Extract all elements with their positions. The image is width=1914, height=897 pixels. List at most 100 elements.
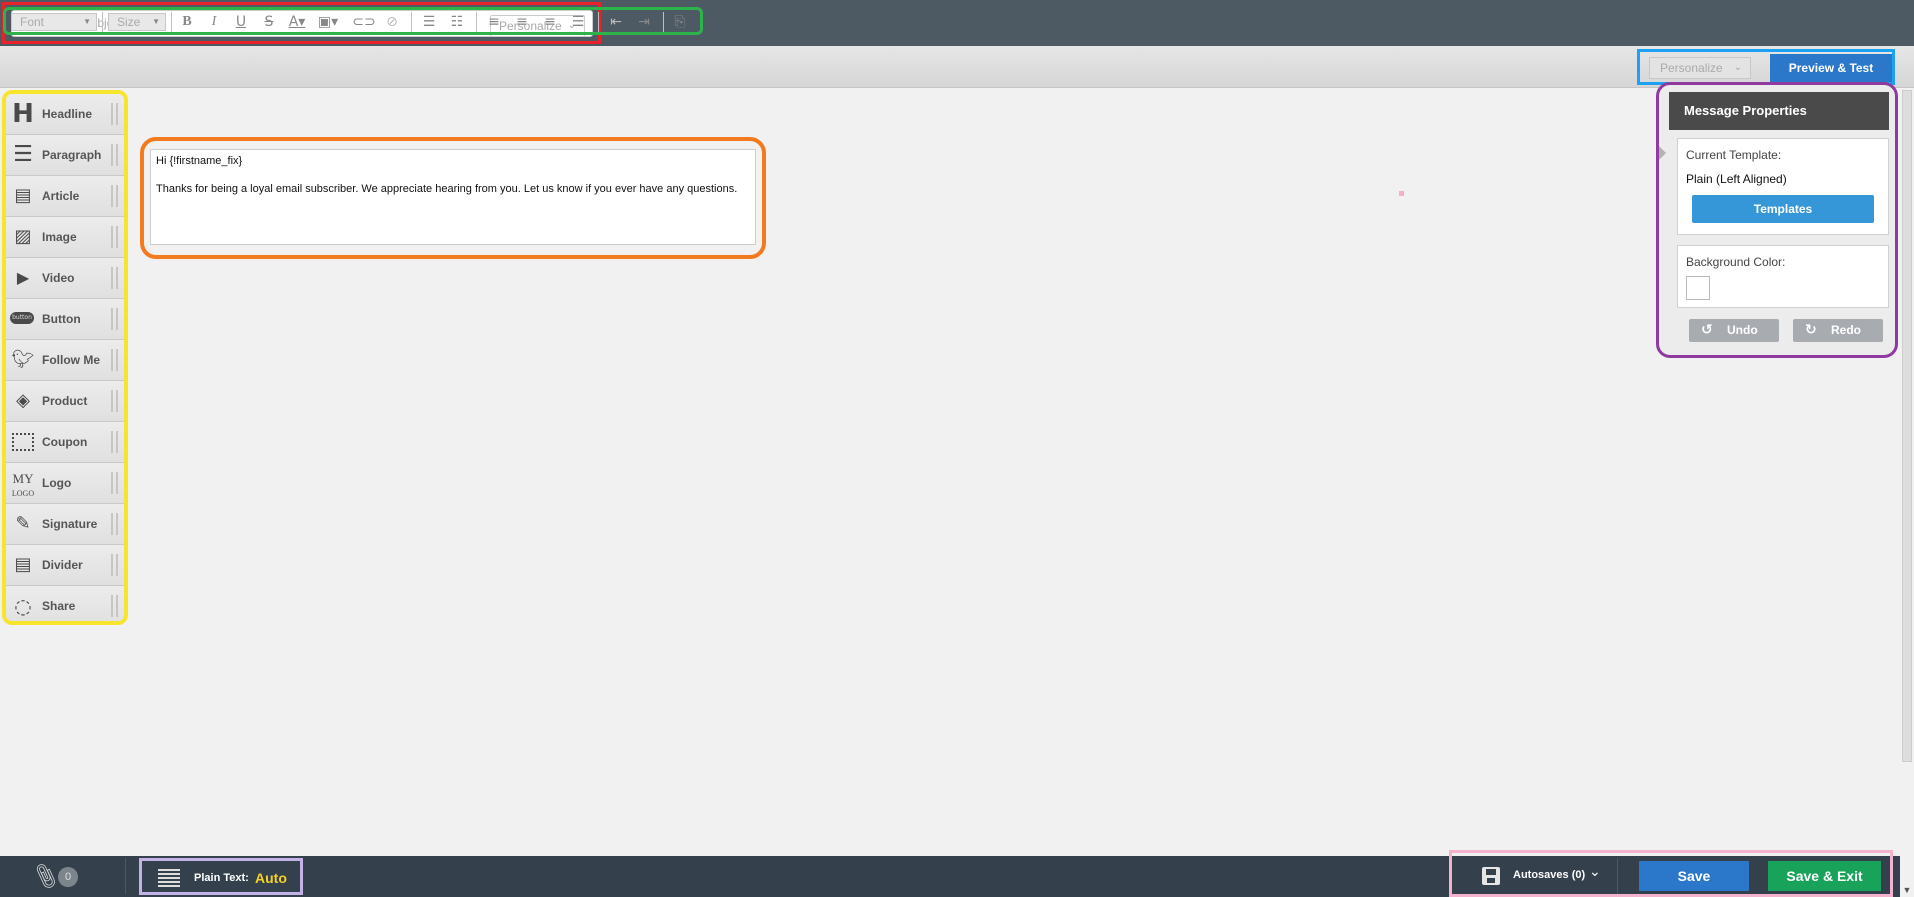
drag-handle[interactable] — [111, 308, 118, 330]
scrollbar-thumb[interactable] — [1902, 90, 1912, 762]
strikethrough-icon[interactable]: S — [257, 12, 281, 32]
headline-icon: H — [12, 99, 34, 129]
drag-handle[interactable] — [111, 472, 118, 494]
save-disk-icon — [1482, 867, 1500, 885]
italic-icon[interactable]: I — [202, 12, 226, 32]
drag-handle[interactable] — [111, 226, 118, 248]
toolbar-divider — [476, 12, 477, 32]
outdent-icon[interactable]: ⇤ — [604, 12, 628, 32]
plain-text-value: Auto — [255, 870, 287, 886]
background-color-card: Background Color: — [1677, 245, 1889, 308]
drag-handle[interactable] — [111, 431, 118, 453]
block-divider[interactable]: ▤ Divider — [6, 545, 124, 586]
image-icon: ▨ — [14, 226, 32, 247]
undo-label: Undo — [1727, 323, 1758, 337]
block-signature[interactable]: ✎ Signature — [6, 504, 124, 545]
toolbar-divider — [102, 12, 103, 32]
redo-button[interactable]: ↻ Redo — [1793, 319, 1883, 342]
block-article[interactable]: ▤ Article — [6, 176, 124, 217]
paragraph-block[interactable]: Hi {!firstname_fix} Thanks for being a l… — [150, 149, 756, 245]
size-select[interactable]: Size ▼ — [108, 13, 166, 31]
marker-dot — [1399, 191, 1404, 196]
background-color-swatch[interactable] — [1686, 276, 1710, 300]
content-blocks-sidebar: H Headline ☰ Paragraph ▤ Article ▨ Image… — [2, 90, 128, 625]
block-coupon[interactable]: Coupon — [6, 422, 124, 463]
bottom-divider — [125, 858, 126, 894]
background-color-icon[interactable]: ▣▾ — [316, 12, 340, 32]
email-content-section: Hi {!firstname_fix} Thanks for being a l… — [140, 137, 766, 259]
block-paragraph[interactable]: ☰ Paragraph — [6, 135, 124, 176]
drag-handle[interactable] — [111, 595, 118, 617]
block-label: Video — [42, 271, 75, 285]
link-icon[interactable]: ⊂⊃ — [352, 12, 376, 32]
ordered-list-icon[interactable]: ☰ — [417, 12, 441, 32]
toolbar-personalize-dropdown[interactable]: Personalize ⌄ — [1649, 57, 1751, 79]
align-center-icon[interactable]: ≡ — [510, 12, 534, 32]
drag-handle[interactable] — [111, 144, 118, 166]
templates-button[interactable]: Templates — [1692, 195, 1874, 223]
block-video[interactable]: ▶ Video — [6, 258, 124, 299]
chevron-down-icon[interactable]: ⌄ — [1589, 864, 1601, 880]
font-color-icon[interactable]: A▾ — [285, 12, 309, 32]
save-exit-button[interactable]: Save & Exit — [1768, 861, 1881, 891]
drag-handle[interactable] — [111, 349, 118, 371]
bold-icon[interactable]: B — [175, 12, 199, 32]
bottom-divider — [1617, 858, 1618, 894]
formatting-controls: Font ▼ Size ▼ B I U S A▾ ▣▾ ⊂⊃ ⊘ ☰ ☷ ≡ ≡… — [3, 7, 703, 35]
preview-test-button[interactable]: Preview & Test — [1770, 54, 1892, 82]
justify-icon[interactable]: ☰ — [566, 12, 590, 32]
paragraph-icon: ☰ — [13, 142, 33, 167]
video-icon: ▶ — [16, 268, 30, 287]
font-select-label: Font — [20, 15, 45, 29]
share-icon: ◌ — [14, 594, 32, 618]
block-product[interactable]: ◈ Product — [6, 381, 124, 422]
block-label: Image — [42, 230, 77, 244]
body-text: Thanks for being a loyal email subscribe… — [156, 183, 738, 195]
current-template-label: Current Template: — [1686, 148, 1782, 162]
indent-icon[interactable]: ⇥ — [632, 12, 656, 32]
align-left-icon[interactable]: ≡ — [482, 12, 506, 32]
formatting-toolbar — [0, 46, 1914, 88]
drag-handle[interactable] — [111, 185, 118, 207]
article-icon: ▤ — [14, 185, 32, 206]
underline-icon[interactable]: U — [229, 12, 253, 32]
autosaves-dropdown[interactable]: Autosaves (0) — [1513, 869, 1585, 881]
undo-button[interactable]: ↺ Undo — [1689, 319, 1779, 342]
block-label: Product — [42, 394, 88, 408]
block-label: Follow Me — [42, 353, 100, 367]
scroll-down-icon[interactable]: ▼ — [1900, 884, 1914, 897]
block-button[interactable]: button Button — [6, 299, 124, 340]
divider-icon: ▤ — [14, 554, 32, 575]
source-code-icon[interactable]: ⎘ — [668, 12, 692, 32]
toolbar-divider — [411, 12, 412, 32]
drag-handle[interactable] — [111, 103, 118, 125]
caret-down-icon: ▼ — [152, 17, 160, 26]
block-label: Button — [42, 312, 81, 326]
save-button[interactable]: Save — [1639, 861, 1749, 891]
block-headline[interactable]: H Headline — [6, 94, 124, 135]
block-share[interactable]: ◌ Share — [6, 586, 124, 621]
coupon-icon — [12, 433, 34, 451]
block-image[interactable]: ▨ Image — [6, 217, 124, 258]
block-follow-me[interactable]: 🐦︎ Follow Me — [6, 340, 124, 381]
block-label: Headline — [42, 107, 93, 121]
block-label: Logo — [42, 476, 72, 490]
font-select[interactable]: Font ▼ — [11, 13, 97, 31]
block-label: Article — [42, 189, 80, 203]
pen-icon: ✎ — [15, 513, 31, 534]
greeting-text: Hi {!firstname_fix} — [156, 155, 243, 167]
align-right-icon[interactable]: ≡ — [538, 12, 562, 32]
drag-handle[interactable] — [111, 513, 118, 535]
caret-down-icon: ▼ — [83, 17, 91, 26]
drag-handle[interactable] — [111, 554, 118, 576]
drag-handle[interactable] — [111, 390, 118, 412]
plain-text-toggle[interactable]: Plain Text: Auto — [139, 858, 303, 895]
panel-arrow-icon — [1659, 146, 1666, 160]
block-logo[interactable]: MY LOGO Logo — [6, 463, 124, 504]
drag-handle[interactable] — [111, 267, 118, 289]
chevron-down-icon: ⌄ — [1733, 62, 1742, 73]
block-label: Paragraph — [42, 148, 102, 162]
unlink-icon[interactable]: ⊘ — [380, 12, 404, 32]
unordered-list-icon[interactable]: ☷ — [445, 12, 469, 32]
button-icon: button — [10, 312, 34, 324]
